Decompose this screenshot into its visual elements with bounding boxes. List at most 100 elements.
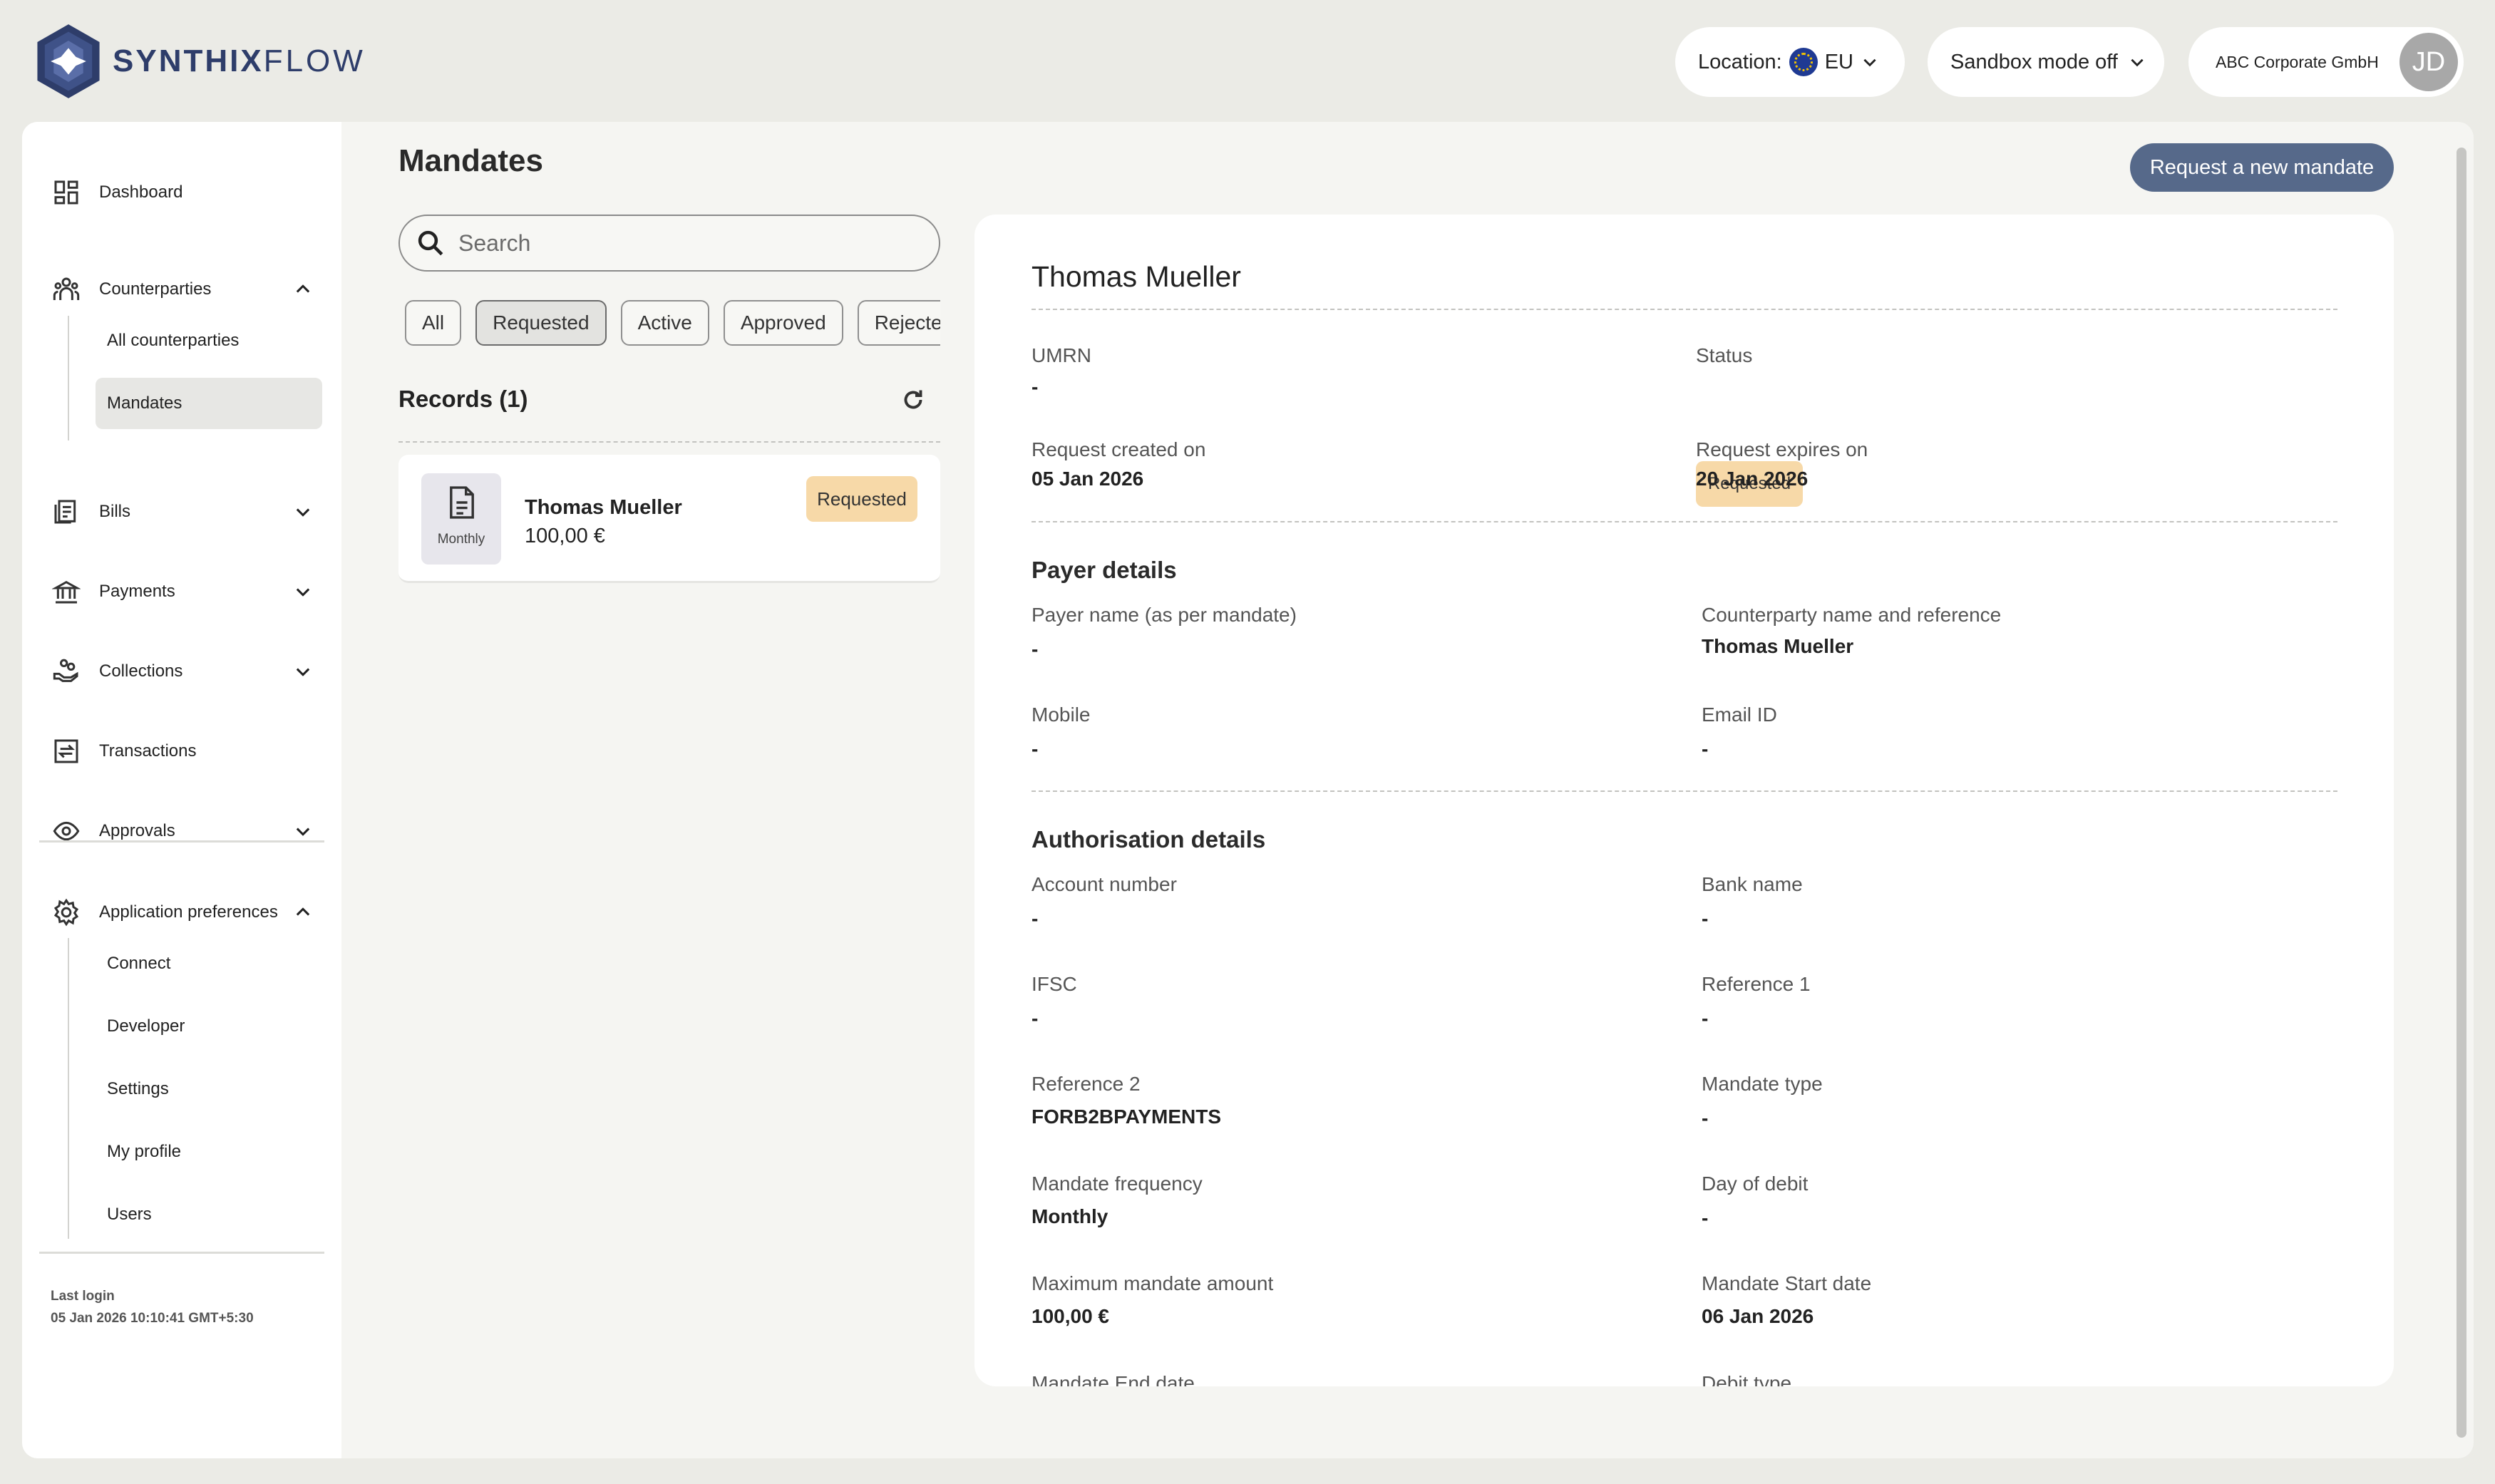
sidebar-item-label: Dashboard xyxy=(99,182,183,202)
chevron-down-icon xyxy=(1863,58,1876,67)
sidebar-item-mandates[interactable]: Mandates xyxy=(96,378,322,429)
sidebar-item-developer[interactable]: Developer xyxy=(96,1001,322,1052)
mandate-frequency-label: Mandate frequency xyxy=(1032,1173,1203,1195)
last-login: Last login 05 Jan 2026 10:10:41 GMT+5:30 xyxy=(51,1285,254,1329)
sidebar-item-all-counterparties[interactable]: All counterparties xyxy=(96,315,322,366)
ifsc-label: IFSC xyxy=(1032,973,1077,995)
sandbox-mode-selector[interactable]: Sandbox mode off xyxy=(1928,27,2164,97)
mandate-detail-panel: Thomas Mueller UMRN - Status Requested R… xyxy=(974,215,2394,1386)
filter-requested[interactable]: Requested xyxy=(475,300,607,346)
mobile-value: - xyxy=(1032,738,1039,760)
bank-name-value: - xyxy=(1702,907,1709,929)
location-value: EU xyxy=(1824,50,1853,73)
email-value: - xyxy=(1702,738,1709,760)
divider xyxy=(1032,521,2337,522)
filter-active[interactable]: Active xyxy=(620,300,709,346)
sidebar-item-label: Bills xyxy=(99,502,131,521)
reference-1-label: Reference 1 xyxy=(1702,973,1811,995)
refresh-icon[interactable] xyxy=(900,387,926,413)
filter-approved[interactable]: Approved xyxy=(723,300,843,346)
start-date-label: Mandate Start date xyxy=(1702,1272,1872,1294)
chevron-down-icon xyxy=(2131,58,2144,67)
divider xyxy=(1032,309,2337,310)
location-label: Location: xyxy=(1698,50,1782,73)
sidebar-item-collections[interactable]: Collections xyxy=(52,643,323,700)
last-login-value: 05 Jan 2026 10:10:41 GMT+5:30 xyxy=(51,1311,254,1326)
bank-icon xyxy=(52,580,81,604)
chevron-down-icon xyxy=(296,668,310,676)
filter-rejected[interactable]: Rejected xyxy=(857,300,940,346)
max-amount-value: 100,00 € xyxy=(1032,1305,1109,1327)
authorisation-details-heading: Authorisation details xyxy=(1032,826,1266,852)
search-placeholder: Search xyxy=(458,230,531,256)
sidebar-item-label: Application preferences xyxy=(99,902,278,922)
account-number-label: Account number xyxy=(1032,873,1177,895)
account-number-value: - xyxy=(1032,907,1039,929)
ifsc-value: - xyxy=(1032,1007,1039,1029)
divider xyxy=(1032,790,2337,792)
reference-2-label: Reference 2 xyxy=(1032,1073,1141,1095)
account-menu[interactable]: ABC Corporate GmbH JD xyxy=(2188,27,2464,97)
sandbox-label: Sandbox mode off xyxy=(1950,50,2118,73)
mandate-frequency-value: Monthly xyxy=(1032,1205,1108,1227)
search-input[interactable]: Search xyxy=(398,215,940,272)
sidebar-item-settings[interactable]: Settings xyxy=(96,1063,322,1115)
page-scrollbar[interactable] xyxy=(2457,148,2466,1438)
umrn-label: UMRN xyxy=(1032,344,1091,366)
status-filters: All Requested Active Approved Rejected xyxy=(405,300,940,346)
email-label: Email ID xyxy=(1702,704,1777,726)
sidebar-item-dashboard[interactable]: Dashboard xyxy=(52,164,323,221)
search-icon xyxy=(418,230,443,256)
expires-value: 20 Jan 2026 xyxy=(1696,468,1809,490)
record-card[interactable]: Monthly Thomas Mueller 100,00 € Requeste… xyxy=(398,455,940,583)
sidebar-item-users[interactable]: Users xyxy=(96,1189,322,1240)
expires-label: Request expires on xyxy=(1696,438,1868,460)
payer-name-label: Payer name (as per mandate) xyxy=(1032,604,1297,626)
people-icon xyxy=(53,277,80,300)
sidebar-divider xyxy=(39,1252,324,1254)
chevron-down-icon xyxy=(296,508,310,517)
sidebar-item-label: Payments xyxy=(99,582,175,601)
status-badge: Requested xyxy=(806,476,917,522)
sidebar-item-label: Approvals xyxy=(99,821,175,840)
reference-2-value: FORB2BPAYMENTS xyxy=(1032,1106,1222,1128)
start-date-value: 06 Jan 2026 xyxy=(1702,1305,1814,1327)
submenu-line xyxy=(68,316,69,440)
sidebar-item-transactions[interactable]: Transactions xyxy=(52,723,323,780)
chevron-up-icon xyxy=(296,907,310,916)
sidebar-item-approvals[interactable]: Approvals xyxy=(52,803,323,860)
record-amount: 100,00 € xyxy=(525,525,605,547)
submenu-line xyxy=(68,938,69,1239)
sidebar-item-label: Collections xyxy=(99,661,183,681)
page-title: Mandates xyxy=(398,143,543,178)
debit-type-label: Debit type xyxy=(1702,1372,1792,1386)
dashboard-icon xyxy=(54,180,78,205)
end-date-label: Mandate End date xyxy=(1032,1372,1195,1386)
sidebar-item-payments[interactable]: Payments xyxy=(52,563,323,620)
sidebar-item-counterparties[interactable]: Counterparties xyxy=(52,261,323,318)
sidebar-item-bills[interactable]: Bills xyxy=(52,483,323,540)
logo-icon xyxy=(37,24,100,98)
sidebar-item-my-profile[interactable]: My profile xyxy=(96,1126,322,1178)
detail-title: Thomas Mueller xyxy=(1032,260,1241,293)
status-label: Status xyxy=(1696,344,1753,366)
sidebar-item-application-preferences[interactable]: Application preferences xyxy=(52,884,323,941)
main-frame: Dashboard Counterparties All counterpart… xyxy=(22,122,2474,1458)
chevron-up-icon xyxy=(296,284,310,293)
gear-icon xyxy=(53,898,79,927)
bank-name-label: Bank name xyxy=(1702,873,1803,895)
sidebar: Dashboard Counterparties All counterpart… xyxy=(22,122,341,1458)
mobile-label: Mobile xyxy=(1032,704,1091,726)
avatar[interactable]: JD xyxy=(2399,33,2458,91)
brand-logo[interactable]: SYNTHIXFLOW xyxy=(31,21,366,101)
divider xyxy=(398,441,940,443)
collections-icon xyxy=(53,659,78,682)
chevron-down-icon xyxy=(296,828,310,836)
sidebar-item-connect[interactable]: Connect xyxy=(96,938,322,989)
mandate-type-label: Mandate type xyxy=(1702,1073,1823,1095)
filter-all[interactable]: All xyxy=(405,300,462,346)
created-label: Request created on xyxy=(1032,438,1206,460)
request-new-mandate-button[interactable]: Request a new mandate xyxy=(2130,143,2394,192)
location-selector[interactable]: Location: EU xyxy=(1675,27,1905,97)
record-frequency: Monthly xyxy=(437,532,485,547)
